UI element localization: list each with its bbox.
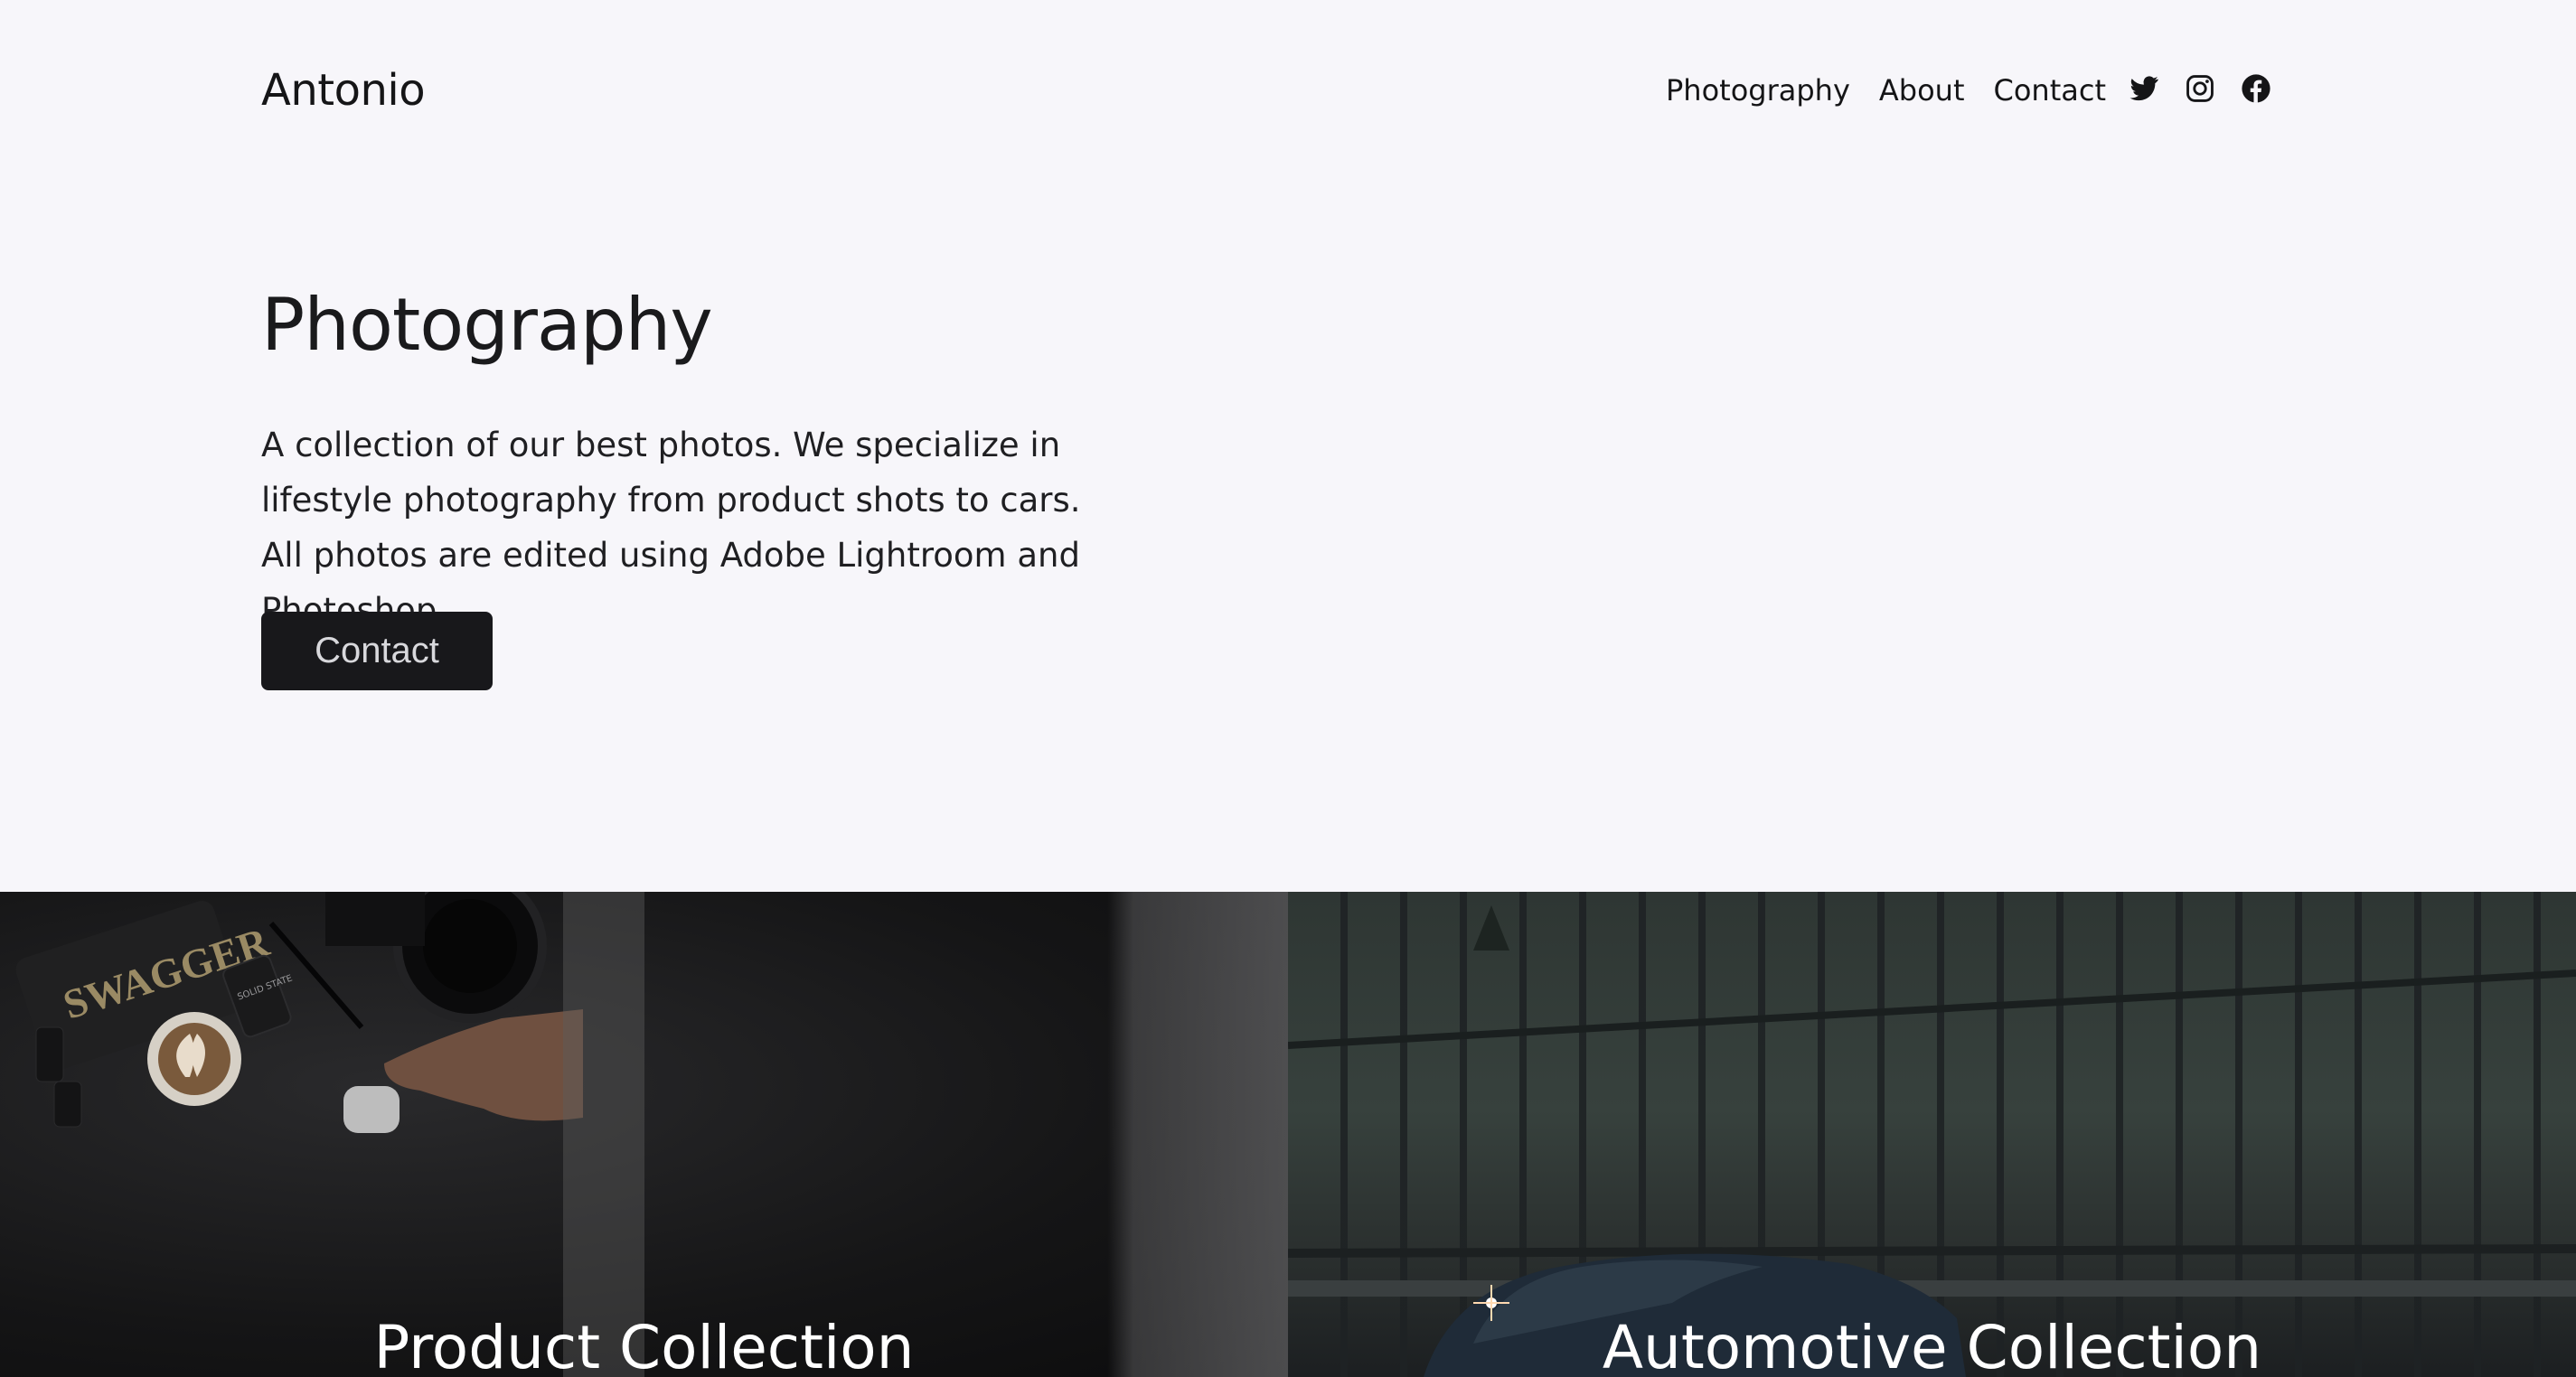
product-photo: SWAGGER SOLID STATE bbox=[0, 892, 1288, 1377]
facebook-icon[interactable] bbox=[2240, 72, 2272, 105]
automotive-collection-title[interactable]: Automotive Collection bbox=[1288, 1312, 2576, 1377]
hero-description: A collection of our best photos. We spec… bbox=[261, 426, 1081, 630]
brand-logo[interactable]: Antonio bbox=[261, 65, 426, 116]
page: Antonio Photography About Contact Photog… bbox=[0, 0, 2576, 1377]
twitter-icon[interactable] bbox=[2128, 72, 2160, 105]
nav-photography[interactable]: Photography bbox=[1666, 72, 1850, 108]
automotive-collection-card[interactable]: Automotive Collection bbox=[1288, 892, 2576, 1377]
contact-button[interactable]: Contact bbox=[261, 612, 493, 690]
product-collection-title[interactable]: Product Collection bbox=[0, 1312, 1288, 1377]
site-header: Antonio Photography About Contact bbox=[0, 0, 2576, 181]
nav-about[interactable]: About bbox=[1879, 72, 1965, 108]
product-collection-card[interactable]: SWAGGER SOLID STATE Product Collection bbox=[0, 892, 1288, 1377]
page-title: Photography bbox=[261, 283, 713, 367]
social-links bbox=[2128, 72, 2272, 105]
collections-grid: SWAGGER SOLID STATE Product Collection A… bbox=[0, 892, 2576, 1377]
instagram-icon[interactable] bbox=[2184, 72, 2216, 105]
main-nav: Photography About Contact bbox=[1666, 72, 2106, 108]
automotive-photo bbox=[1288, 892, 2576, 1377]
nav-contact[interactable]: Contact bbox=[1994, 72, 2107, 108]
